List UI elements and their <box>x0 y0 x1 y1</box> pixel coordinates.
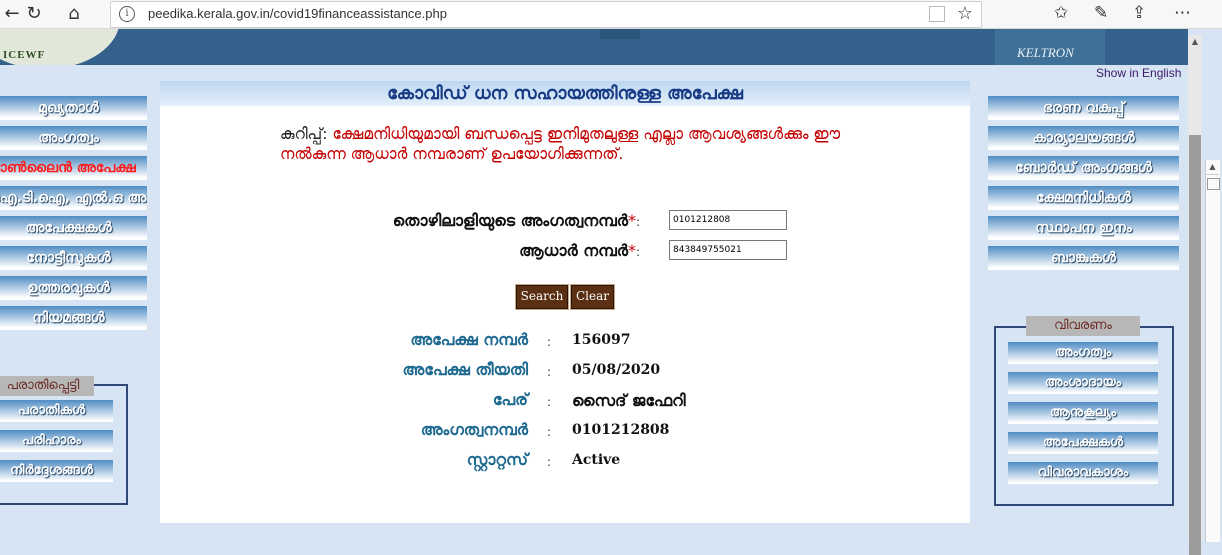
header-decoration <box>600 29 640 39</box>
required-mark: * <box>627 241 636 260</box>
clear-button[interactable]: Clear <box>570 284 615 310</box>
page-title: കോവിഡ് ധന സഹായത്തിനുള്ള അപേക്ഷ <box>160 81 970 106</box>
aadhaar-note: കുറിപ്പ്: ക്ഷേമനിധിയുമായി ബന്ധപ്പെട്ട ഇന… <box>280 124 850 164</box>
result-value-name: സൈദ് ജഫേറി <box>572 391 686 410</box>
result-value-status: Active <box>572 452 621 468</box>
welfare-board-logo: ICEWF <box>0 29 120 65</box>
description-item-contribution[interactable]: അംശാദായം <box>1008 372 1158 394</box>
result-colon: : <box>547 455 552 469</box>
frame-scroll-up-arrow-icon[interactable]: ▲ <box>1206 160 1219 175</box>
label-colon: : <box>635 215 640 229</box>
address-bar[interactable]: i peedika.kerala.gov.in/covid19financeas… <box>110 1 982 28</box>
right-menu-welfare-funds[interactable]: ക്ഷേമനിധികൾ <box>988 186 1179 210</box>
refresh-icon[interactable]: ↻ <box>22 3 46 25</box>
right-menu-offices[interactable]: കാര്യാലയങ്ങൾ <box>988 126 1179 150</box>
main-panel: കോവിഡ് ധന സഹായത്തിനുള്ള അപേക്ഷ കുറിപ്പ്:… <box>160 81 970 523</box>
description-item-rti[interactable]: വിവരാവകാശം <box>1008 462 1158 484</box>
favorite-star-icon[interactable]: ☆ <box>957 3 973 24</box>
show-in-english-link[interactable]: Show in English <box>1096 66 1181 80</box>
frame-scrollbar[interactable]: ▲ <box>1205 160 1220 542</box>
label-colon: : <box>635 245 640 259</box>
aadhaar-number-input[interactable] <box>669 240 787 260</box>
left-menu-online-application[interactable]: ഓൺലൈൻ അപേക്ഷ <box>0 156 147 180</box>
search-button[interactable]: Search <box>515 284 569 310</box>
required-mark: * <box>627 211 636 230</box>
site-info-icon[interactable]: i <box>119 6 135 22</box>
result-colon: : <box>547 425 552 439</box>
result-colon: : <box>547 335 552 349</box>
scrollbar-thumb[interactable] <box>1189 135 1201 555</box>
description-item-benefits[interactable]: ആനുകൂല്യം <box>1008 402 1158 424</box>
description-item-applications[interactable]: അപേക്ഷകൾ <box>1008 432 1158 454</box>
left-menu-home[interactable]: മുഖ്യതാൾ <box>0 96 147 120</box>
keltron-logo: KELTRON <box>995 29 1105 65</box>
note-label: കുറിപ്പ്: <box>280 125 328 143</box>
result-label-membership-number: അംഗത്വനമ്പർ <box>420 420 528 439</box>
complaint-item-complaints[interactable]: പരാതികൾ <box>0 400 113 422</box>
share-icon[interactable]: ⇪ <box>1132 3 1146 23</box>
complaint-item-redressal[interactable]: പരിഹാരം <box>0 430 113 452</box>
description-box-title: വിവരണം <box>1026 316 1140 336</box>
keltron-logo-text: KELTRON <box>1017 45 1074 60</box>
result-value-application-number: 156097 <box>572 332 631 348</box>
result-value-membership-number: 0101212808 <box>572 422 670 438</box>
note-text: ക്ഷേമനിധിയുമായി ബന്ധപ്പെട്ട ഇനിമുതലുള്ള … <box>280 125 841 163</box>
favorites-list-icon[interactable]: ✩ <box>1054 3 1068 23</box>
result-label-application-date: അപേക്ഷ തീയതി <box>402 360 529 379</box>
frame-scrollbar-thumb[interactable] <box>1207 178 1220 190</box>
scroll-up-arrow-icon[interactable]: ▲ <box>1188 35 1202 49</box>
home-icon[interactable]: ⌂ <box>62 3 86 25</box>
page-scrollbar[interactable]: ▲ <box>1188 35 1202 555</box>
reading-view-icon[interactable] <box>929 6 945 22</box>
back-arrow-icon[interactable]: ← <box>0 3 24 25</box>
pen-notes-icon[interactable]: ✎ <box>1094 3 1108 23</box>
logo-left-text: ICEWF <box>3 49 46 61</box>
aadhaar-number-label: ആധാർ നമ്പർ*: <box>519 241 640 261</box>
result-label-application-number: അപേക്ഷ നമ്പർ <box>410 330 528 349</box>
right-menu-administration[interactable]: ഭരണ വകുപ്പ് <box>988 96 1179 120</box>
left-menu-orders[interactable]: ഉത്തരവുകൾ <box>0 276 147 300</box>
right-menu-establishment-type[interactable]: സ്ഥാപന ഇനം <box>988 216 1179 240</box>
right-menu-board-members[interactable]: ബോർഡ് അംഗങ്ങൾ <box>988 156 1179 180</box>
left-menu-rules[interactable]: നിയമങ്ങൾ <box>0 306 147 330</box>
left-menu-notices[interactable]: നോട്ടീസുകൾ <box>0 246 147 270</box>
result-colon: : <box>547 395 552 409</box>
result-label-name: പേര് <box>492 390 528 409</box>
result-label-status: സ്റ്റാറ്റസ് <box>466 450 528 469</box>
result-colon: : <box>547 365 552 379</box>
membership-number-input[interactable] <box>669 210 787 230</box>
left-menu-iti-members[interactable]: ഐ.ടി.ഐ, എൽ.ഒ അംഗങ്ങൾ <box>0 186 147 210</box>
address-url[interactable]: peedika.kerala.gov.in/covid19financeassi… <box>148 6 447 21</box>
membership-number-label: തൊഴിലാളിയുടെ അംഗത്വനമ്പർ*: <box>393 211 640 231</box>
complaint-box-title: പരാതിപ്പെട്ടി <box>0 376 94 396</box>
membership-label-text: തൊഴിലാളിയുടെ അംഗത്വനമ്പർ <box>392 211 628 230</box>
complaint-item-suggestions[interactable]: നിർദ്ദേശങ്ങൾ <box>0 460 113 482</box>
description-item-membership[interactable]: അംഗത്വം <box>1008 342 1158 364</box>
left-menu-applications[interactable]: അപേക്ഷകൾ <box>0 216 147 240</box>
result-value-application-date: 05/08/2020 <box>572 362 661 378</box>
site-header: ICEWF KELTRON <box>0 29 1188 65</box>
left-menu-membership[interactable]: അംഗത്വം <box>0 126 147 150</box>
aadhaar-label-text: ആധാർ നമ്പർ <box>519 241 628 260</box>
more-menu-icon[interactable]: ⋯ <box>1174 3 1191 23</box>
right-menu-banks[interactable]: ബാങ്കുകൾ <box>988 246 1179 270</box>
browser-toolbar: ← ↻ ⌂ i peedika.kerala.gov.in/covid19fin… <box>0 0 1222 29</box>
